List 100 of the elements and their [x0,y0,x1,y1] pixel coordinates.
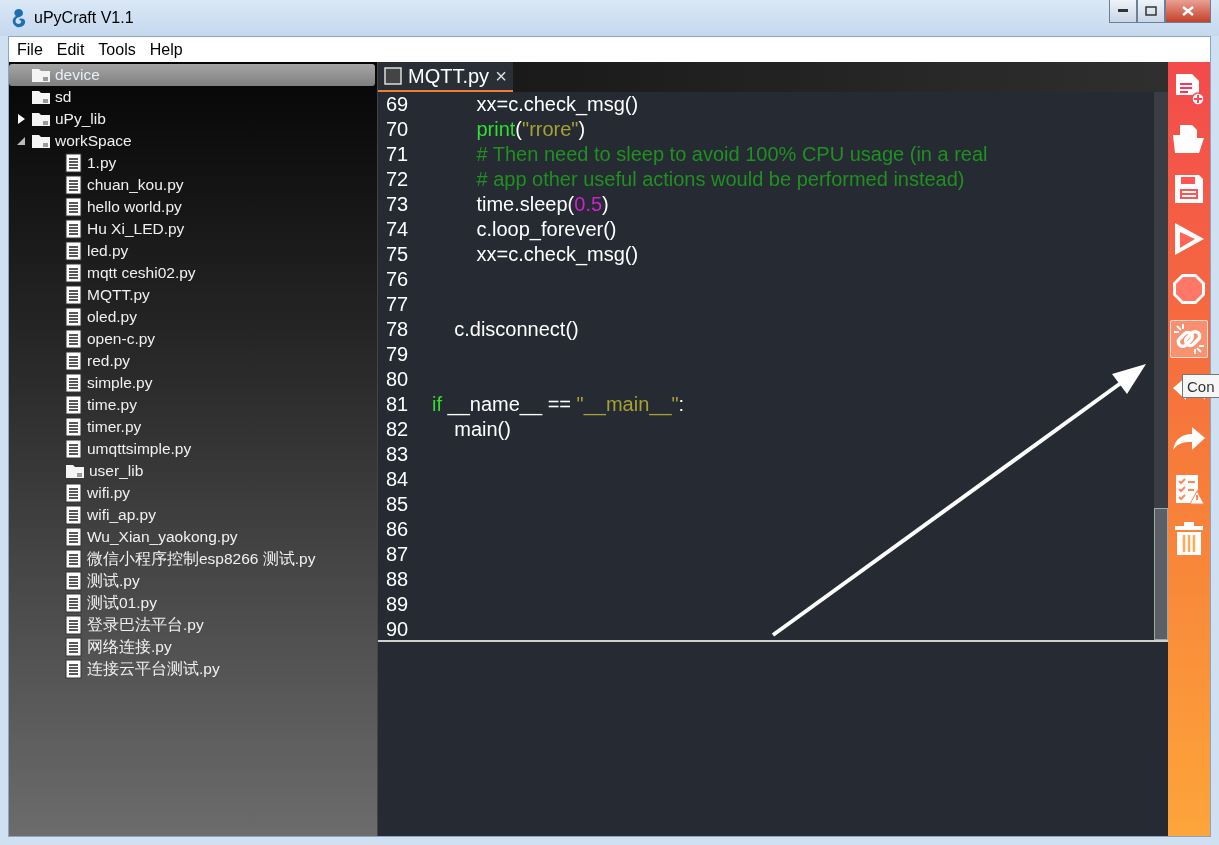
window-title: uPyCraft V1.1 [34,9,135,27]
line-number: 88 [385,568,410,591]
maximize-button[interactable] [1137,0,1165,23]
collapse-arrow-icon[interactable] [17,137,25,145]
folder-icon [65,463,85,479]
tree-item[interactable]: wifi.py [9,482,375,504]
code-line: if __name__ == "__main__": [432,393,685,416]
minimize-icon [1118,9,1128,13]
line-number: 83 [385,443,410,466]
code-line: print("rrore") [475,118,586,141]
tree-item[interactable]: simple.py [9,372,375,394]
code-line: xx=c.check_msg() [475,243,639,266]
scrollbar[interactable] [1154,92,1168,640]
tree-item[interactable]: timer.py [9,416,375,438]
folder-icon [31,111,51,127]
line-number: 75 [385,243,410,266]
code-line: # app other useful actions would be performed instead) [475,168,965,191]
expand-arrow-icon[interactable] [17,114,25,124]
folder-icon [31,89,51,105]
tree-item[interactable]: led.py [9,240,375,262]
tree-item[interactable]: 1.py [9,152,375,174]
file-icon [65,439,83,459]
line-number: 89 [385,593,410,616]
code-line: c.disconnect() [453,318,579,341]
line-number: 85 [385,493,410,516]
new-file-icon [1173,72,1205,106]
menu-item[interactable]: Help [149,40,183,59]
code-line: c.loop_forever() [475,218,617,241]
tree-item[interactable]: 测试.py [9,570,375,592]
tree-item[interactable]: open-c.py [9,328,375,350]
play-icon [1173,222,1205,256]
editor-tab[interactable]: MQTT.py × [378,62,513,92]
line-number: 80 [385,368,410,391]
menu-item[interactable]: Tools [98,40,136,59]
file-icon [65,285,83,305]
tree-item[interactable]: Hu Xi_LED.py [9,218,375,240]
line-number: 77 [385,293,410,316]
line-number: 70 [385,118,410,141]
tree-item[interactable]: umqttsimple.py [9,438,375,460]
line-number: 72 [385,168,410,191]
tree-item[interactable]: user_lib [9,460,375,482]
trash-icon [1174,522,1204,556]
file-icon [65,637,83,657]
file-icon [65,351,83,371]
file-icon [65,197,83,217]
tree-item[interactable]: time.py [9,394,375,416]
tree-item[interactable]: MQTT.py [9,284,375,306]
tree-item[interactable]: uPy_lib [9,108,375,130]
tooltip: Con [1182,374,1219,398]
tree-item[interactable]: red.py [9,350,375,372]
tree-item[interactable]: 测试01.py [9,592,375,614]
file-icon [65,593,83,613]
save-icon [1173,173,1205,205]
tree-item[interactable]: chuan_kou.py [9,174,375,196]
file-icon [65,615,83,635]
line-number: 90 [385,618,410,640]
file-icon [65,527,83,547]
menu-item[interactable]: Edit [56,40,85,59]
file-icon [65,307,83,327]
tree-item[interactable]: sd [9,86,375,108]
tree-item[interactable]: 网络连接.py [9,636,375,658]
tree-item[interactable]: 连接云平台测试.py [9,658,375,680]
open-folder-icon [1172,123,1206,155]
tree-item[interactable]: Wu_Xian_yaokong.py [9,526,375,548]
line-number: 71 [385,143,410,166]
line-number: 76 [385,268,410,291]
tree-item[interactable]: hello world.py [9,196,375,218]
tree-item[interactable]: mqtt ceshi02.py [9,262,375,284]
file-icon [65,263,83,283]
toolbar-button[interactable] [1170,320,1208,358]
tree-item[interactable]: workSpace [9,130,375,152]
code-line: xx=c.check_msg() [475,93,639,116]
file-icon [65,373,83,393]
close-button[interactable] [1165,0,1211,23]
line-number: 84 [385,468,410,491]
line-number: 73 [385,193,410,216]
code-line: # Then need to sleep to avoid 100% CPU usage (in a real [475,143,988,166]
tree-item[interactable]: oled.py [9,306,375,328]
code-line: main() [453,418,511,441]
tree-item[interactable]: 登录巴法平台.py [9,614,375,636]
minimize-button[interactable] [1109,0,1137,23]
close-icon [1182,6,1194,16]
chain-link-icon [1173,323,1205,355]
file-icon [65,395,83,415]
line-number: 81 [385,393,410,416]
line-number: 69 [385,93,410,116]
file-icon [65,241,83,261]
folder-icon [31,67,51,83]
tab-close-button[interactable]: × [495,64,507,88]
file-icon [65,329,83,349]
line-number: 79 [385,343,410,366]
menu-item[interactable]: File [17,40,43,59]
tree-item[interactable]: wifi_ap.py [9,504,375,526]
stop-sign-icon [1172,272,1206,306]
tree-item[interactable]: 微信小程序控制esp8266 测试.py [9,548,375,570]
file-icon [65,483,83,503]
maximize-icon [1145,6,1157,16]
line-number: 74 [385,218,410,241]
line-number: 82 [385,418,410,441]
redo-arrow-icon [1172,426,1206,452]
